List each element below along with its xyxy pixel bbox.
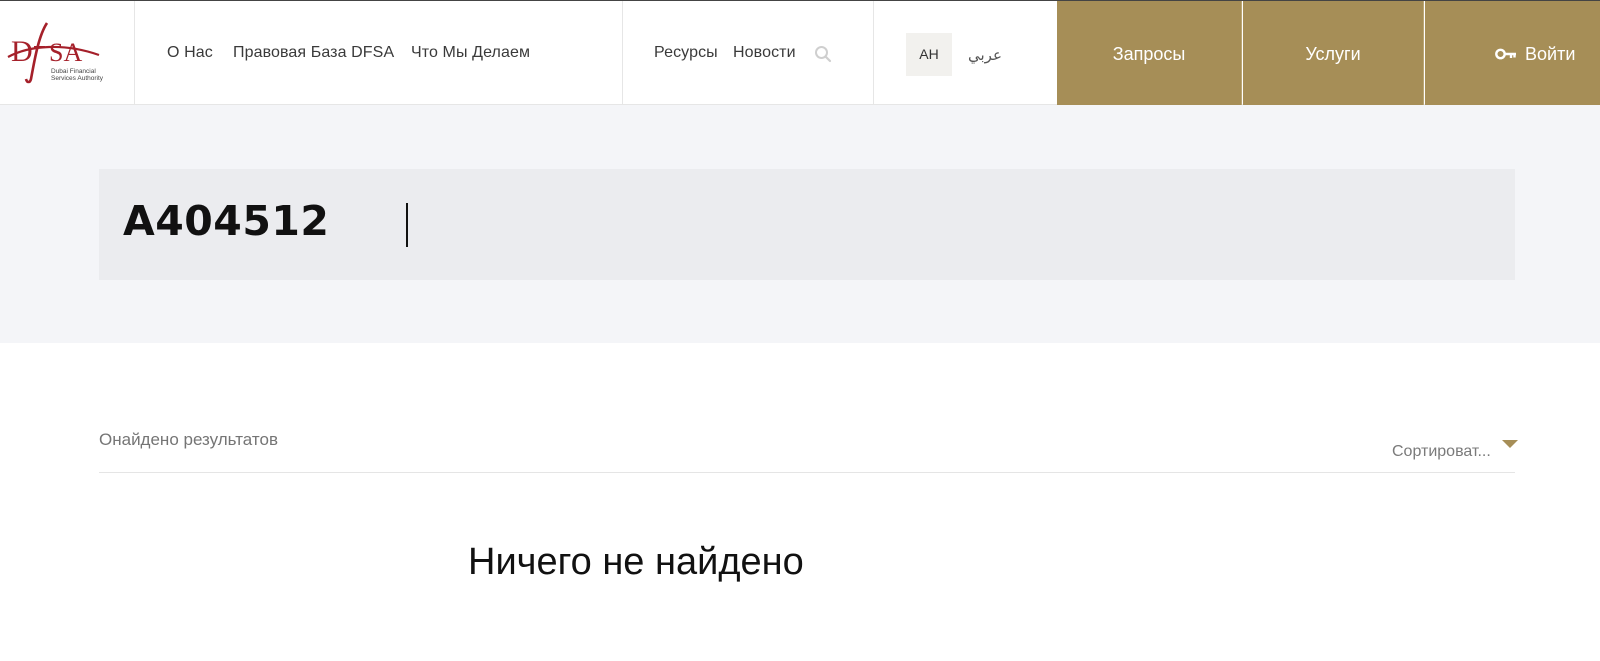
- login-label: Войти: [1525, 44, 1576, 64]
- logo-letters-sa: SA: [49, 38, 82, 67]
- chevron-down-icon[interactable]: [1502, 440, 1518, 448]
- no-results-message: Ничего не найдено: [468, 541, 804, 583]
- services-label: Услуги: [1305, 44, 1361, 64]
- search-icon[interactable]: [814, 45, 832, 68]
- logo-link[interactable]: D SA Dubai Financial Services Authority: [0, 1, 135, 105]
- login-button[interactable]: Войти: [1425, 1, 1600, 106]
- key-icon: [1495, 47, 1517, 61]
- logo-tagline-2: Services Authority: [51, 75, 104, 82]
- sort-dropdown[interactable]: Сортироват...: [1392, 443, 1491, 461]
- language-current-button[interactable]: АН: [906, 33, 952, 76]
- text-caret: [406, 203, 408, 247]
- search-input[interactable]: A404512: [99, 169, 1515, 280]
- logo-tagline-1: Dubai Financial: [51, 68, 96, 75]
- results-count: Онайдено результатов: [99, 430, 278, 449]
- nav-news[interactable]: Новости: [733, 44, 796, 62]
- nav-legal-base[interactable]: Правовая База DFSA: [233, 44, 394, 62]
- services-button[interactable]: Услуги: [1243, 1, 1424, 106]
- search-section: A404512: [0, 105, 1600, 343]
- requests-label: Запросы: [1112, 44, 1186, 64]
- results-divider: [99, 472, 1515, 473]
- search-query-text: A404512: [123, 197, 330, 245]
- language-switcher: [874, 1, 1057, 105]
- requests-button[interactable]: Запросы: [1057, 1, 1242, 106]
- site-header: D SA Dubai Financial Services Authority …: [0, 0, 1600, 106]
- nav-resources[interactable]: Ресурсы: [654, 44, 718, 62]
- nav-what-we-do[interactable]: Что Мы Делаем: [411, 44, 530, 62]
- language-arabic-link[interactable]: عربي: [968, 46, 1002, 64]
- logo-letter-d: D: [11, 35, 33, 68]
- dfsa-logo: D SA Dubai Financial Services Authority: [7, 22, 104, 84]
- nav-about[interactable]: О Нас: [167, 44, 213, 62]
